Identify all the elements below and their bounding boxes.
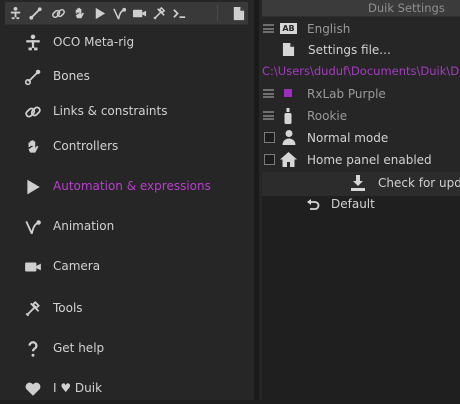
toolbar (5, 2, 248, 25)
settings-file-button[interactable]: Settings file... (308, 43, 391, 57)
menu-item-label: Get help (53, 341, 105, 355)
language-icon: AB (280, 23, 297, 34)
expression-icon[interactable] (171, 4, 188, 22)
menu-item-bones[interactable]: Bones (0, 62, 248, 92)
settings-title: Duik Settings (368, 1, 445, 15)
meta-rig-icon (22, 33, 44, 53)
menu-item-controllers[interactable]: Controllers (0, 132, 248, 162)
language-row[interactable]: AB English (259, 18, 460, 40)
menu-item-label: Tools (53, 301, 83, 315)
menu-handle-icon[interactable] (263, 24, 274, 33)
home-panel-label: Home panel enabled (307, 153, 432, 167)
reset-icon[interactable] (306, 198, 320, 212)
play-icon (22, 177, 44, 197)
question-icon (22, 339, 44, 359)
menu-item-label: Links & constraints (53, 104, 168, 118)
normal-mode-checkbox[interactable] (264, 132, 275, 143)
menu-item-label: Camera (53, 259, 101, 273)
default-button[interactable]: Default (331, 197, 375, 211)
menu-item-automation-expressions[interactable]: Automation & expressions (0, 172, 248, 202)
hand-icon (22, 137, 44, 157)
play-icon[interactable] (91, 4, 108, 22)
animation-icon (22, 217, 44, 237)
settings-footer: Default (262, 196, 460, 400)
file-icon (282, 42, 295, 57)
settings-file-row[interactable]: Settings file... (259, 39, 460, 61)
hand-icon[interactable] (71, 4, 88, 22)
color-swatch (284, 89, 292, 97)
settings-title-bar: Duik Settings (262, 0, 460, 17)
rig-icon[interactable] (7, 4, 24, 22)
check-update-button[interactable]: Check for update (262, 172, 460, 197)
menu-item-label: Automation & expressions (53, 179, 211, 193)
mode-row[interactable]: Rookie (259, 105, 460, 127)
tools-icon (22, 299, 44, 319)
menu-item-label: Bones (53, 69, 90, 83)
menu-item-tools[interactable]: Tools (0, 294, 248, 324)
menu-item-label: OCO Meta-rig (53, 35, 135, 49)
navigation-panel: OCO Meta-rig Bones Links & constraints C… (0, 0, 254, 400)
menu-item-links-constraints[interactable]: Links & constraints (0, 97, 248, 127)
mode-label: Rookie (307, 109, 348, 123)
settings-file-path: C:\Users\duduf\Documents\Duik\Duik_s (262, 64, 460, 78)
toolbar-separator (217, 5, 218, 21)
tools-icon[interactable] (151, 4, 168, 22)
home-panel-checkbox[interactable] (264, 154, 275, 165)
document-icon[interactable] (230, 4, 247, 22)
menu-handle-icon[interactable] (263, 111, 274, 120)
bone-icon (22, 67, 44, 87)
menu-item-get-help[interactable]: Get help (0, 334, 248, 364)
menu-item-camera[interactable]: Camera (0, 252, 248, 282)
download-icon (350, 175, 366, 191)
color-theme-label: RxLab Purple (307, 87, 386, 101)
menu-handle-icon[interactable] (263, 89, 274, 98)
heart-icon (22, 379, 44, 399)
camera-icon[interactable] (131, 4, 148, 22)
home-panel-row[interactable]: Home panel enabled (259, 149, 460, 171)
menu-item-label: Animation (53, 219, 115, 233)
bottle-icon (284, 108, 292, 124)
language-label: English (307, 22, 351, 36)
color-theme-row[interactable]: RxLab Purple (259, 83, 460, 105)
check-update-label: Check for update (378, 176, 460, 190)
bone-icon[interactable] (27, 4, 44, 22)
camera-icon (22, 257, 44, 277)
normal-mode-row[interactable]: Normal mode (259, 127, 460, 149)
animation-icon[interactable] (111, 4, 128, 22)
menu-item-label: I ♥ Duik (53, 381, 103, 395)
settings-panel: Duik Settings AB English Settings file..… (259, 0, 460, 400)
menu-item-label: Controllers (53, 139, 119, 153)
menu-item-meta-rig[interactable]: OCO Meta-rig (0, 28, 248, 58)
normal-mode-label: Normal mode (307, 131, 389, 145)
home-icon (280, 152, 297, 167)
link-icon (22, 102, 44, 122)
menu-item-animation[interactable]: Animation (0, 212, 248, 242)
user-icon (282, 129, 296, 145)
link-icon[interactable] (50, 4, 67, 22)
